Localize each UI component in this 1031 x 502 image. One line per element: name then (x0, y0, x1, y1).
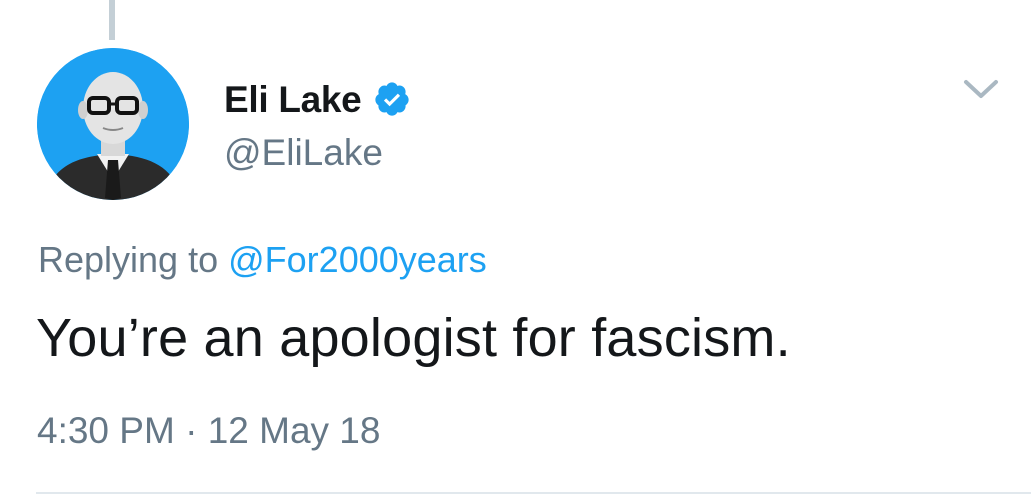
replying-to: Replying to @For2000years (38, 242, 487, 278)
tweet-timestamp[interactable]: 4:30 PM · 12 May 18 (37, 412, 380, 449)
timestamp-separator: · (185, 410, 198, 451)
avatar[interactable] (37, 48, 189, 200)
author-handle[interactable]: @EliLake (224, 134, 383, 171)
divider (36, 492, 1031, 494)
author-name-row[interactable]: Eli Lake (224, 76, 411, 122)
thread-connector-line (109, 0, 115, 40)
verified-badge-icon (375, 82, 410, 116)
tweet-time[interactable]: 4:30 PM (37, 410, 175, 451)
replying-to-label: Replying to (38, 239, 219, 280)
author-display-name[interactable]: Eli Lake (224, 81, 362, 118)
avatar-portrait (37, 48, 189, 200)
reply-to-handle-link[interactable]: @For2000years (228, 239, 487, 280)
tweet-text: You’re an apologist for fascism. (36, 308, 791, 368)
chevron-down-icon[interactable] (958, 74, 1004, 106)
tweet-date[interactable]: 12 May 18 (208, 410, 381, 451)
